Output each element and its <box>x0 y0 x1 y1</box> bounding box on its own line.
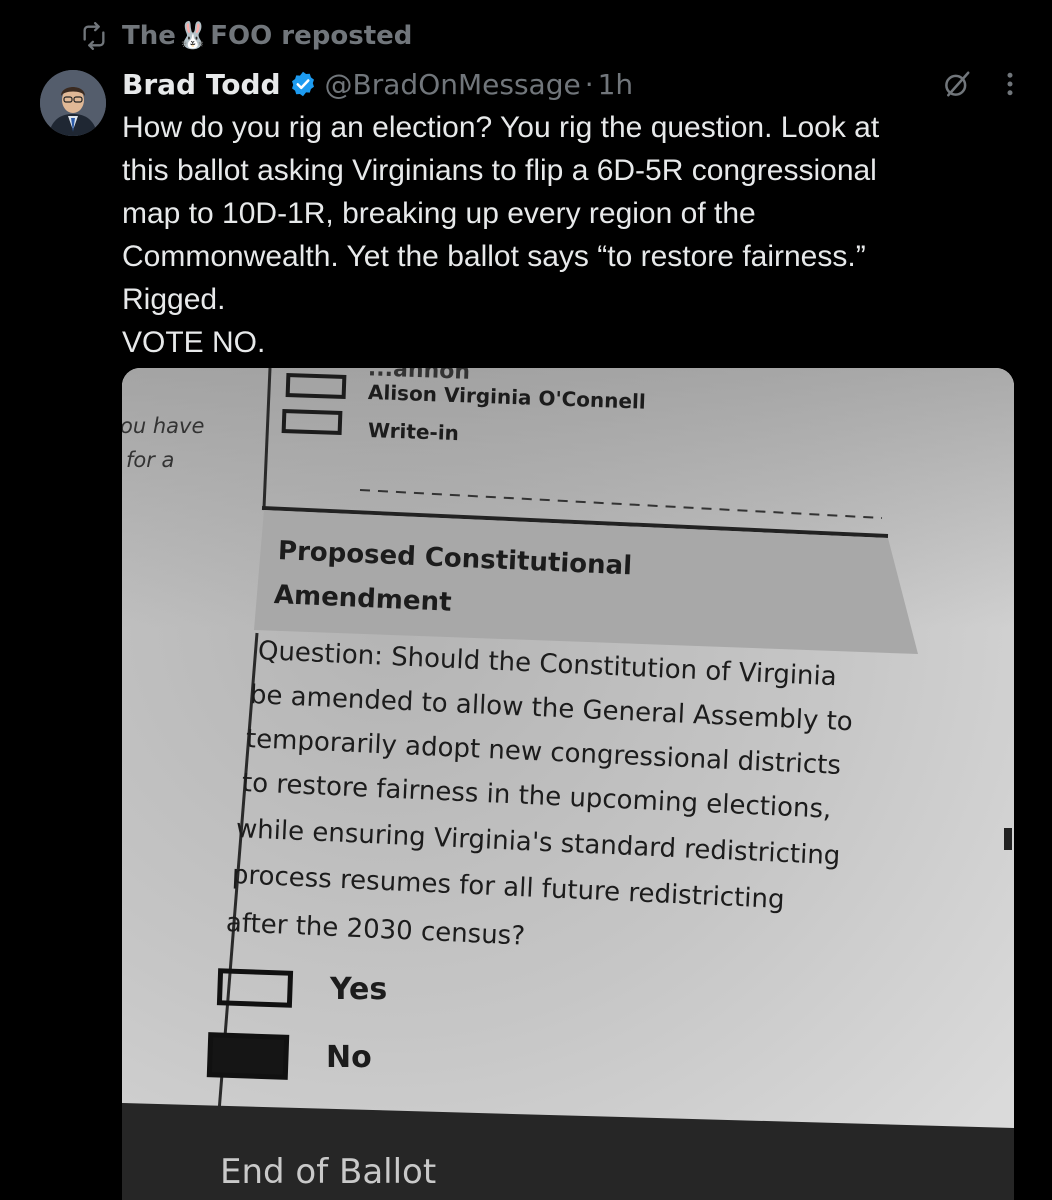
repost-icon <box>83 22 105 50</box>
tweet-photo[interactable]: ...annon ou have for a Alison Virginia O… <box>122 368 1014 1200</box>
tweet-line: this ballot asking Virginians to flip a … <box>122 154 877 187</box>
bunny-emoji-icon: 🐰 <box>176 21 210 51</box>
author-display-name[interactable]: Brad Todd <box>122 68 281 101</box>
grok-icon[interactable] <box>942 69 972 99</box>
repost-indicator[interactable]: The 🐰 FOO reposted <box>80 18 412 54</box>
ballot-left-fragment: for a <box>126 448 175 472</box>
repost-name-suffix: FOO reposted <box>210 21 413 51</box>
avatar-photo-icon <box>40 70 106 136</box>
end-of-ballot-label: End of Ballot <box>220 1152 437 1192</box>
repost-label: The 🐰 FOO reposted <box>122 21 412 51</box>
tweet-line: Commonwealth. Yet the ballot says “to re… <box>122 240 866 273</box>
author-handle[interactable]: @BradOnMessage <box>325 68 581 101</box>
verified-badge-icon[interactable] <box>289 70 317 98</box>
separator-dot: · <box>584 67 594 101</box>
ballot-left-fragment: ou have <box>122 414 205 438</box>
tweet-line: VOTE NO. <box>122 326 266 359</box>
tweet-line: How do you rig an election? You rig the … <box>122 111 880 144</box>
tweet-line: Rigged. <box>122 283 226 316</box>
tweet-line: map to 10D-1R, breaking up every region … <box>122 197 756 230</box>
write-in-label: Write-in <box>367 418 460 446</box>
post-timestamp[interactable]: 1h <box>598 68 634 101</box>
option-yes-label: Yes <box>330 972 388 1007</box>
option-no-label: No <box>326 1040 372 1075</box>
tweet-header: Brad Todd @BradOnMessage · 1h <box>122 64 1022 104</box>
avatar[interactable] <box>40 70 106 136</box>
tweet-text: How do you rig an election? You rig the … <box>122 106 1002 364</box>
repost-name-prefix: The <box>122 21 176 51</box>
more-options-icon[interactable] <box>998 69 1022 99</box>
header-actions <box>942 64 1022 104</box>
